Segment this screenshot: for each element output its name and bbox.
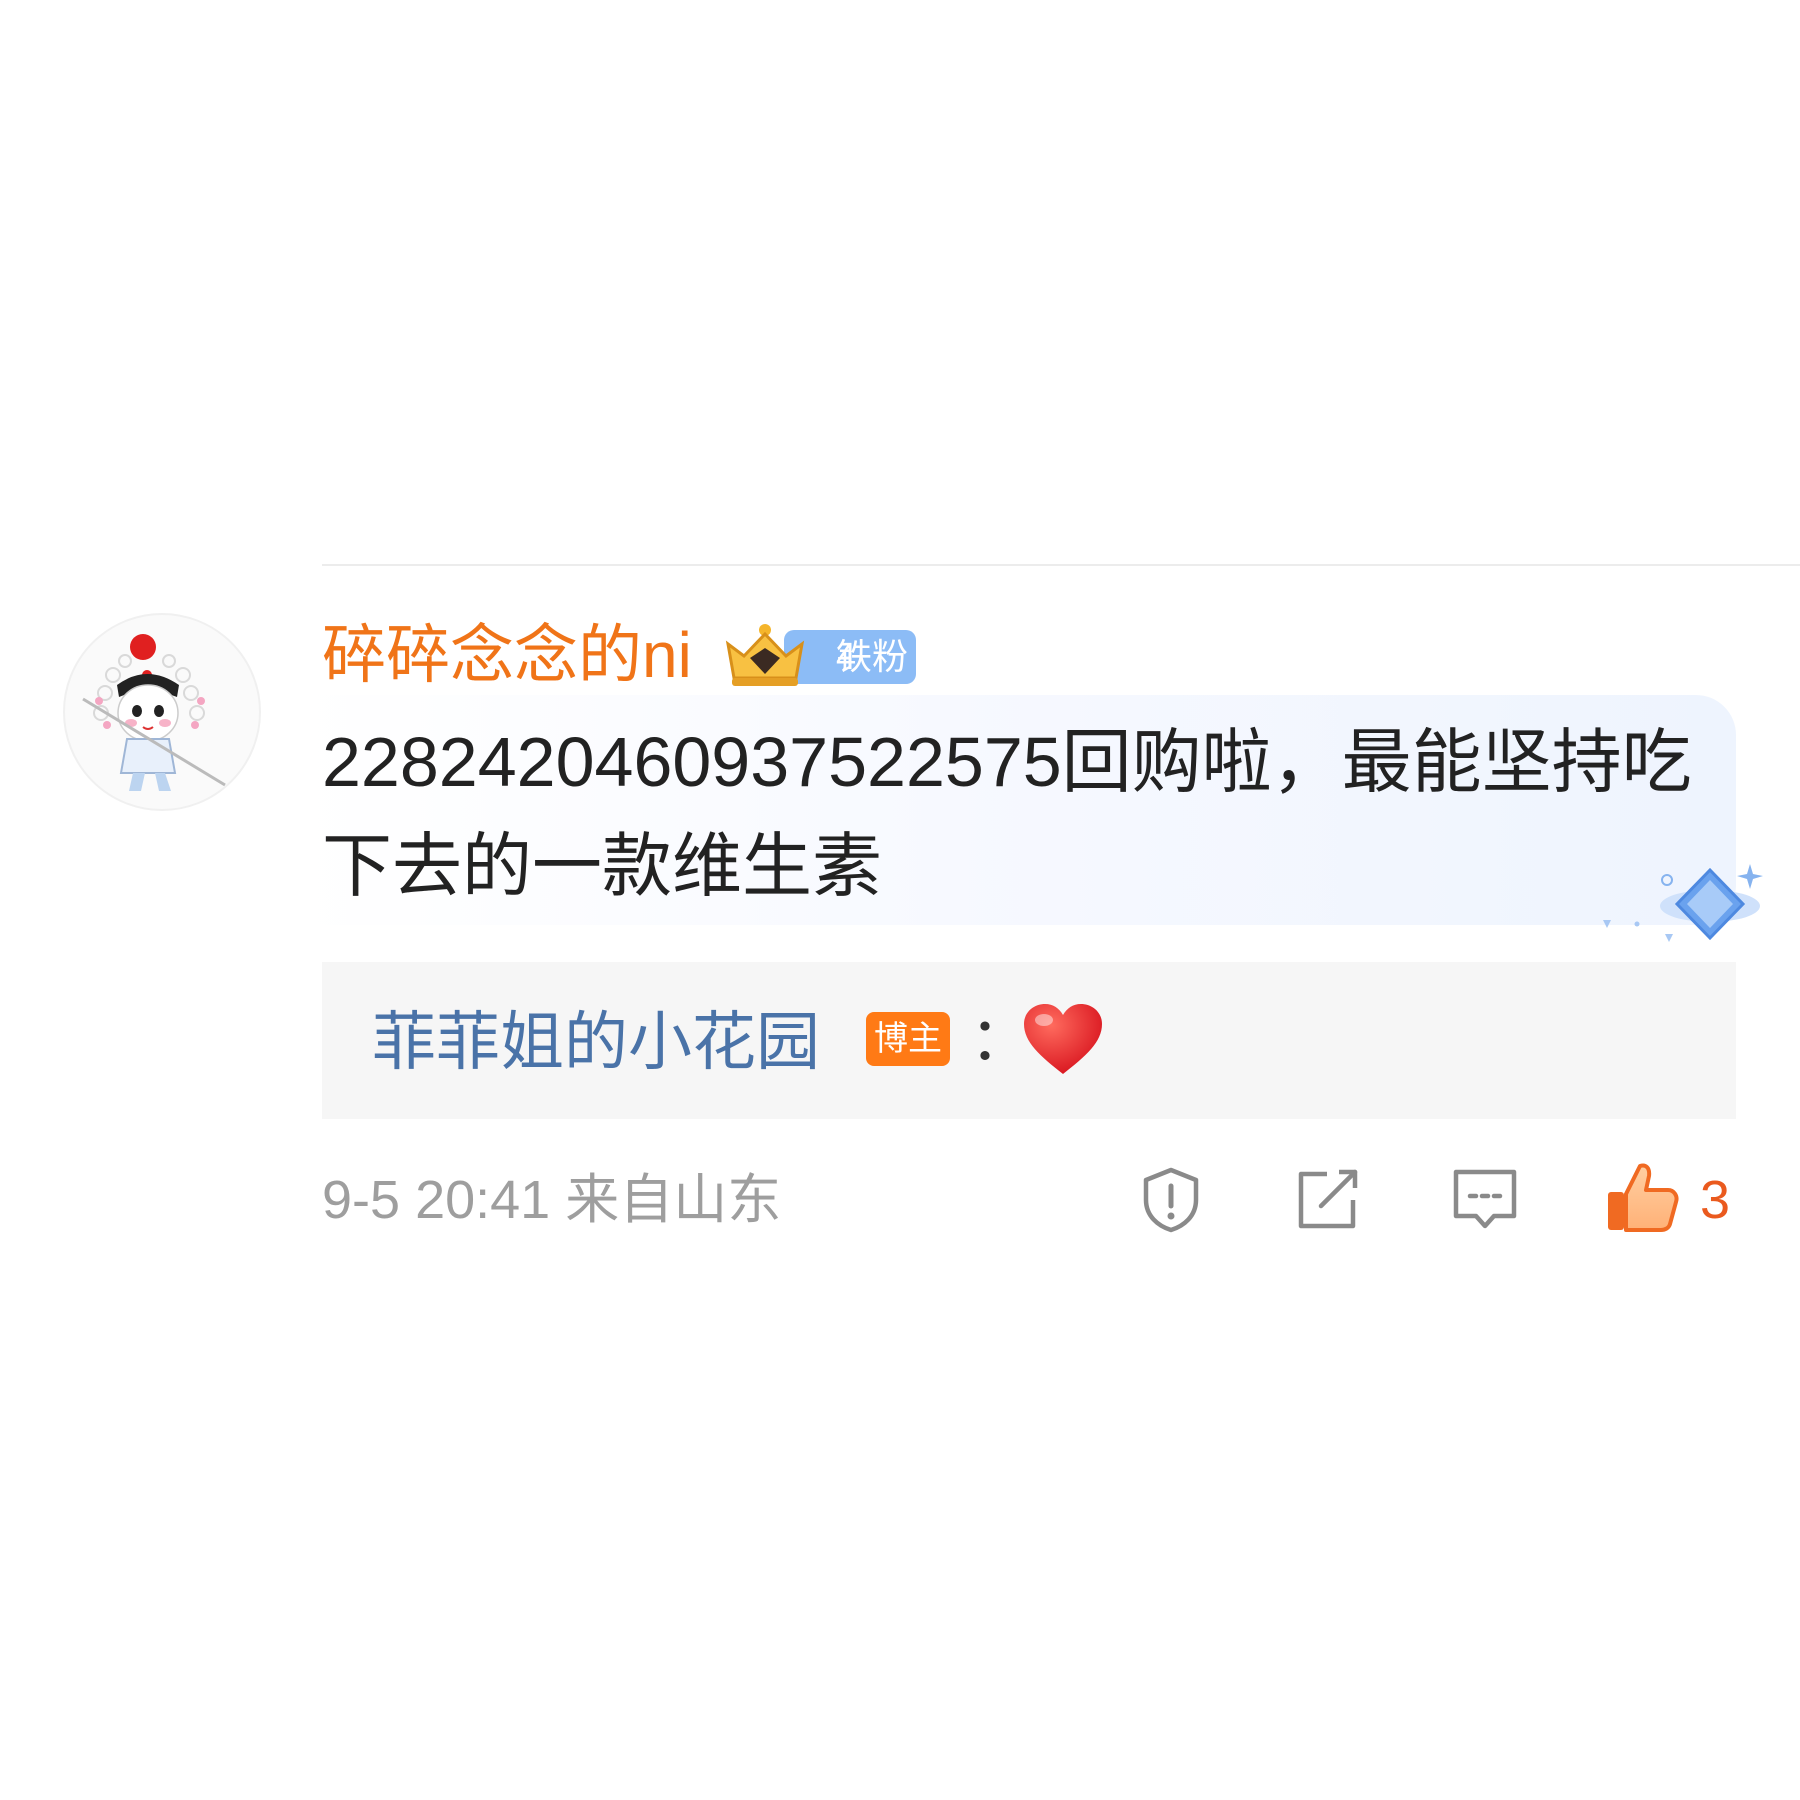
- opera-character-avatar-image: [82, 634, 226, 791]
- diamond-decoration-icon: [1603, 864, 1763, 942]
- crown-icon: [725, 624, 805, 686]
- comment-date: 9-5: [322, 1170, 401, 1230]
- section-divider: [322, 564, 1800, 566]
- comment-time: 20:41: [415, 1170, 551, 1230]
- comment-meta: 9-5 20:41 来自山东: [322, 1168, 781, 1232]
- reply-author[interactable]: 菲菲姐的小花园: [372, 1005, 820, 1079]
- edit-share-icon: [1298, 1169, 1358, 1229]
- report-button[interactable]: [1136, 1164, 1206, 1234]
- comment-username[interactable]: 碎碎念念的ni: [322, 618, 692, 692]
- fan-badge[interactable]: 铁粉 4: [722, 622, 916, 688]
- thumbs-up-icon: [1608, 1163, 1679, 1232]
- heart-emoji-icon: [1024, 1004, 1102, 1074]
- comment-location: 来自山东: [565, 1170, 782, 1230]
- like-button[interactable]: [1604, 1160, 1680, 1236]
- comment-button[interactable]: [1450, 1164, 1520, 1234]
- comment-bubble-icon: [1453, 1169, 1517, 1229]
- like-count: 3: [1700, 1170, 1731, 1230]
- fan-badge-level: 4: [836, 636, 857, 677]
- blogger-badge: 博主: [866, 1012, 950, 1066]
- comment-text: 2282420460937522575回购啦，最能坚持吃下去的一款维生素: [322, 723, 1692, 905]
- shield-exclamation-icon: [1143, 1167, 1199, 1233]
- share-button[interactable]: [1293, 1164, 1363, 1234]
- avatar[interactable]: [63, 613, 261, 811]
